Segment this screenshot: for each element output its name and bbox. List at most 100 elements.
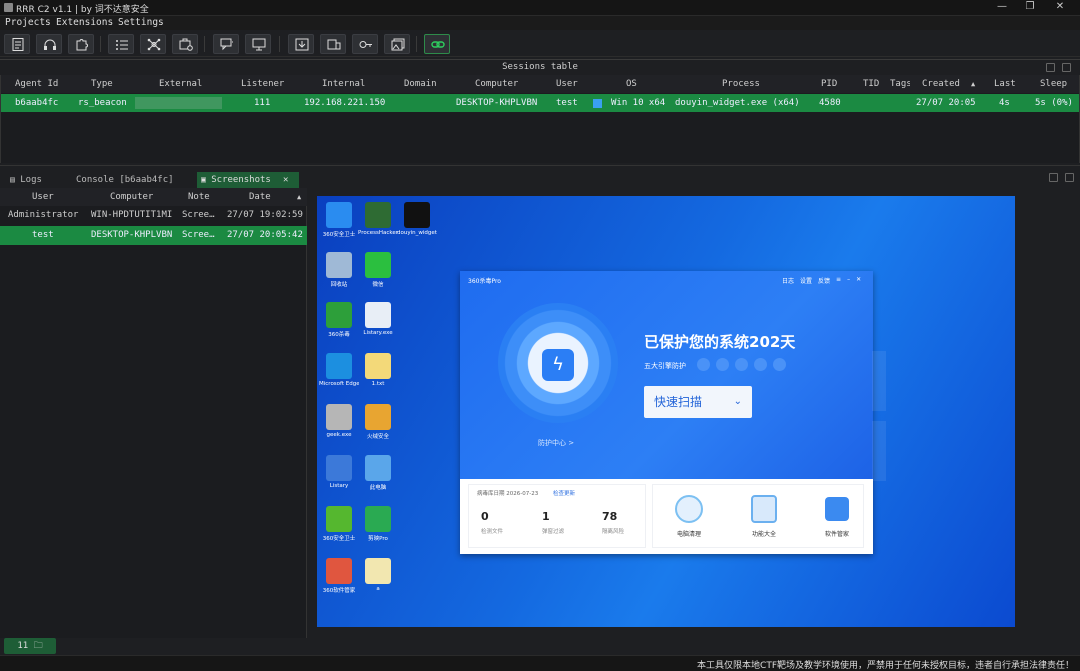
cell-listener: 111 [254,98,271,108]
desktop-app-icon[interactable] [404,202,430,228]
desktop-app-icon[interactable] [326,455,352,481]
col-user[interactable]: User [556,75,578,93]
float-dock-icon[interactable] [1049,173,1058,182]
key-icon [359,41,372,48]
tasks-button[interactable] [172,34,198,54]
desktop-app-icon[interactable] [365,558,391,584]
downloads-button[interactable] [288,34,314,54]
col-listener[interactable]: Listener [241,75,284,93]
desktop-app-icon[interactable] [365,353,391,379]
extensions-button[interactable] [68,34,94,54]
tab-screenshots[interactable]: ▣ Screenshots ✕ [197,172,299,188]
cleanup-icon[interactable] [675,495,703,523]
close-panel-icon[interactable] [1062,63,1071,72]
col-computer[interactable]: Computer [475,75,518,93]
quick-scan-button[interactable]: 快速扫描 ⌄ [644,386,752,418]
chevron-down-icon[interactable]: ⌄ [734,386,742,418]
protection-center-link[interactable]: 防护中心 > [538,438,574,448]
stat-label: 隔离风险 [602,529,625,535]
desktop-app-icon[interactable] [326,202,352,228]
desktop-icon-label: geek.exe [326,432,352,438]
av-link-settings[interactable]: 设置 [800,276,812,285]
menu-settings[interactable]: Settings [118,17,164,28]
session-count-button[interactable]: 11 🗀 [4,638,56,654]
desktop-app-icon[interactable] [365,506,391,532]
screenshot-row[interactable]: Administrator WIN-HPDTUTIT1MI Scree… 27/… [0,206,307,225]
desktop-app-icon[interactable] [365,302,391,328]
desktop-app-icon[interactable] [365,202,391,228]
col-os[interactable]: OS [626,75,637,93]
toolbox-icon[interactable] [751,495,777,523]
tool-label[interactable]: 电脑清理 [667,529,711,538]
menu-icon[interactable]: ≡ [836,276,841,285]
screen-button[interactable] [245,34,271,54]
col-pid[interactable]: PID [821,75,837,93]
devices-button[interactable] [320,34,346,54]
download-icon [295,38,309,51]
sessions-panel-title: Sessions table [0,59,1080,75]
col-domain[interactable]: Domain [404,75,437,93]
col-tags[interactable]: Tags [890,75,910,93]
sessions-list-button[interactable] [108,34,134,54]
close-icon[interactable]: ✕ [856,276,861,285]
tab-logs[interactable]: ▤ Logs [0,172,62,188]
col-last[interactable]: Last [994,75,1016,93]
close-tab-icon[interactable]: ✕ [283,172,288,188]
screenshot-row-selected[interactable]: test DESKTOP-KHPLVBN Scree… 27/07 20:05:… [0,226,307,245]
connect-button[interactable] [424,34,450,54]
session-row[interactable]: b6aab4fc rs_beacon 111 192.168.221.150 D… [1,94,1079,112]
desktop-app-icon[interactable] [326,302,352,328]
col-note[interactable]: Note [188,188,210,206]
cell-date: 27/07 20:05:42 [227,230,303,240]
listeners-button[interactable] [36,34,62,54]
col-agent-id[interactable]: Agent Id [15,75,58,93]
headphones-icon [44,39,56,50]
chat-button[interactable] [213,34,239,54]
av-tools-card: 电脑清理 功能大全 软件管家 [652,484,864,548]
minimize-icon[interactable]: – [847,276,850,285]
desktop-app-icon[interactable] [326,353,352,379]
screenshot-preview[interactable]: 360安全卫士ProcessHackerdouyin_widget.exe回收站… [317,196,1015,627]
desktop-app-icon[interactable] [365,404,391,430]
desktop-app-icon[interactable] [326,404,352,430]
restore-icon[interactable]: ❐ [1020,1,1040,14]
tool-label[interactable]: 功能大全 [742,529,786,538]
col-user[interactable]: User [32,188,54,206]
cell-note: Scree… [182,230,215,240]
close-dock-icon[interactable] [1065,173,1074,182]
credentials-button[interactable] [352,34,378,54]
float-panel-icon[interactable] [1046,63,1055,72]
image-icon: ▣ [201,175,206,184]
logs-button[interactable] [4,34,30,54]
col-internal[interactable]: Internal [322,75,365,93]
col-created[interactable]: Created [922,75,960,93]
tool-label[interactable]: 软件管家 [815,529,859,538]
col-tid[interactable]: TID [863,75,879,93]
menu-extensions[interactable]: Extensions [56,17,113,28]
menu-projects[interactable]: Projects [5,17,51,28]
desktop-app-icon[interactable] [326,252,352,278]
desktop-app-icon[interactable] [326,558,352,584]
av-link-log[interactable]: 日志 [782,276,794,285]
col-process[interactable]: Process [722,75,760,93]
minimize-icon[interactable]: — [992,1,1012,14]
av-engines-label: 五大引擎防护 [644,362,686,370]
desktop-icon-label: 微信 [372,282,384,288]
col-date[interactable]: Date [249,188,271,206]
col-type[interactable]: Type [91,75,113,93]
close-icon[interactable]: ✕ [1050,1,1070,14]
desktop-app-icon[interactable] [326,506,352,532]
av-link-feedback[interactable]: 反馈 [818,276,830,285]
col-sleep[interactable]: Sleep [1040,75,1067,93]
desktop-app-icon[interactable] [365,252,391,278]
software-manager-icon[interactable] [825,497,849,521]
tab-console[interactable]: Console [b6aab4fc] [66,172,194,188]
app-logo-icon [4,3,13,12]
graph-button[interactable] [140,34,166,54]
desktop-app-icon[interactable] [365,455,391,481]
col-computer[interactable]: Computer [110,188,153,206]
col-external[interactable]: External [159,75,202,93]
screenshots-button[interactable] [384,34,410,54]
cell-sleep: 5s (0%) [1035,98,1073,108]
update-link[interactable]: 检查更新 [553,489,575,497]
